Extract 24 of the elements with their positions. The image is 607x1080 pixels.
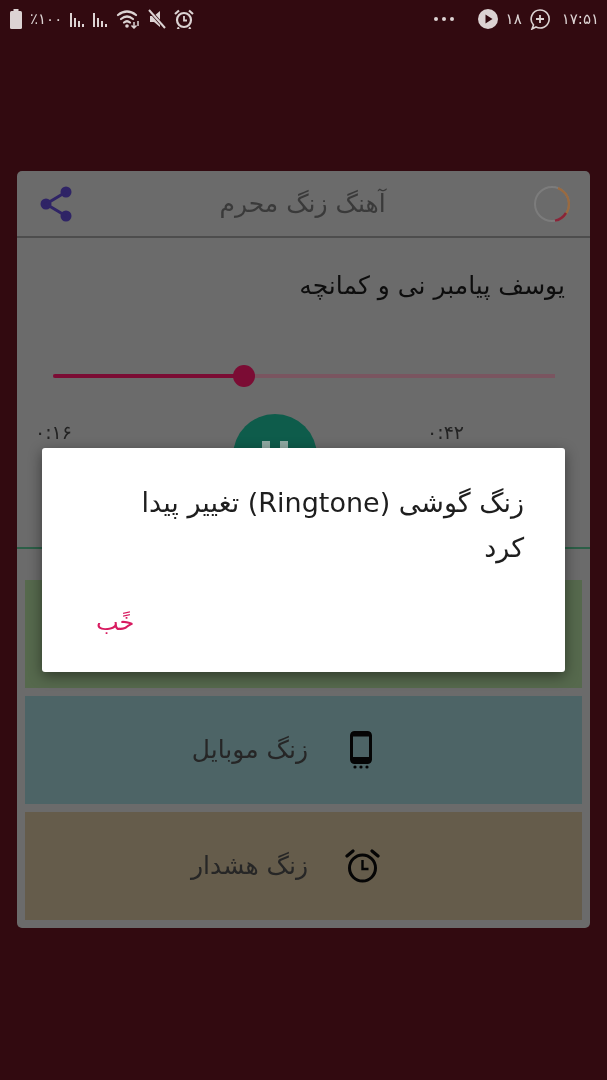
signal-icon xyxy=(93,11,109,27)
track-title: یوسف پیامبر نی و کمانچه xyxy=(299,271,565,301)
ringtone-option-button[interactable]: زنگ موبایل xyxy=(25,696,582,804)
signal-icon xyxy=(70,11,86,27)
battery-icon xyxy=(10,9,22,29)
dialog-message: زنگ گوشی (Ringtone) تغییر پیدا کرد xyxy=(140,486,524,566)
loading-spinner-icon xyxy=(533,184,571,223)
elapsed-time: ۰:۱۶ xyxy=(35,420,73,444)
phone-icon xyxy=(350,731,372,769)
alarm-clock-icon xyxy=(345,848,380,884)
plus-bubble-icon xyxy=(529,8,550,30)
ringtone-option-button[interactable]: زنگ هشدار xyxy=(25,812,582,920)
play-icon xyxy=(477,9,498,29)
clock-time: ۱۷:۵۱ xyxy=(561,10,599,28)
duration-time: ۰:۴۲ xyxy=(427,420,465,444)
battery-percentage: ٪۱۰۰ xyxy=(30,10,63,28)
notification-count: ۱۸ xyxy=(505,10,522,28)
seek-thumb[interactable] xyxy=(232,365,255,387)
wifi-icon xyxy=(116,9,141,29)
mute-icon xyxy=(148,9,167,29)
alarm-clock-icon xyxy=(174,9,195,29)
ok-button[interactable]: خًب xyxy=(86,603,145,641)
share-icon[interactable] xyxy=(40,185,72,222)
more-icon xyxy=(433,17,454,21)
